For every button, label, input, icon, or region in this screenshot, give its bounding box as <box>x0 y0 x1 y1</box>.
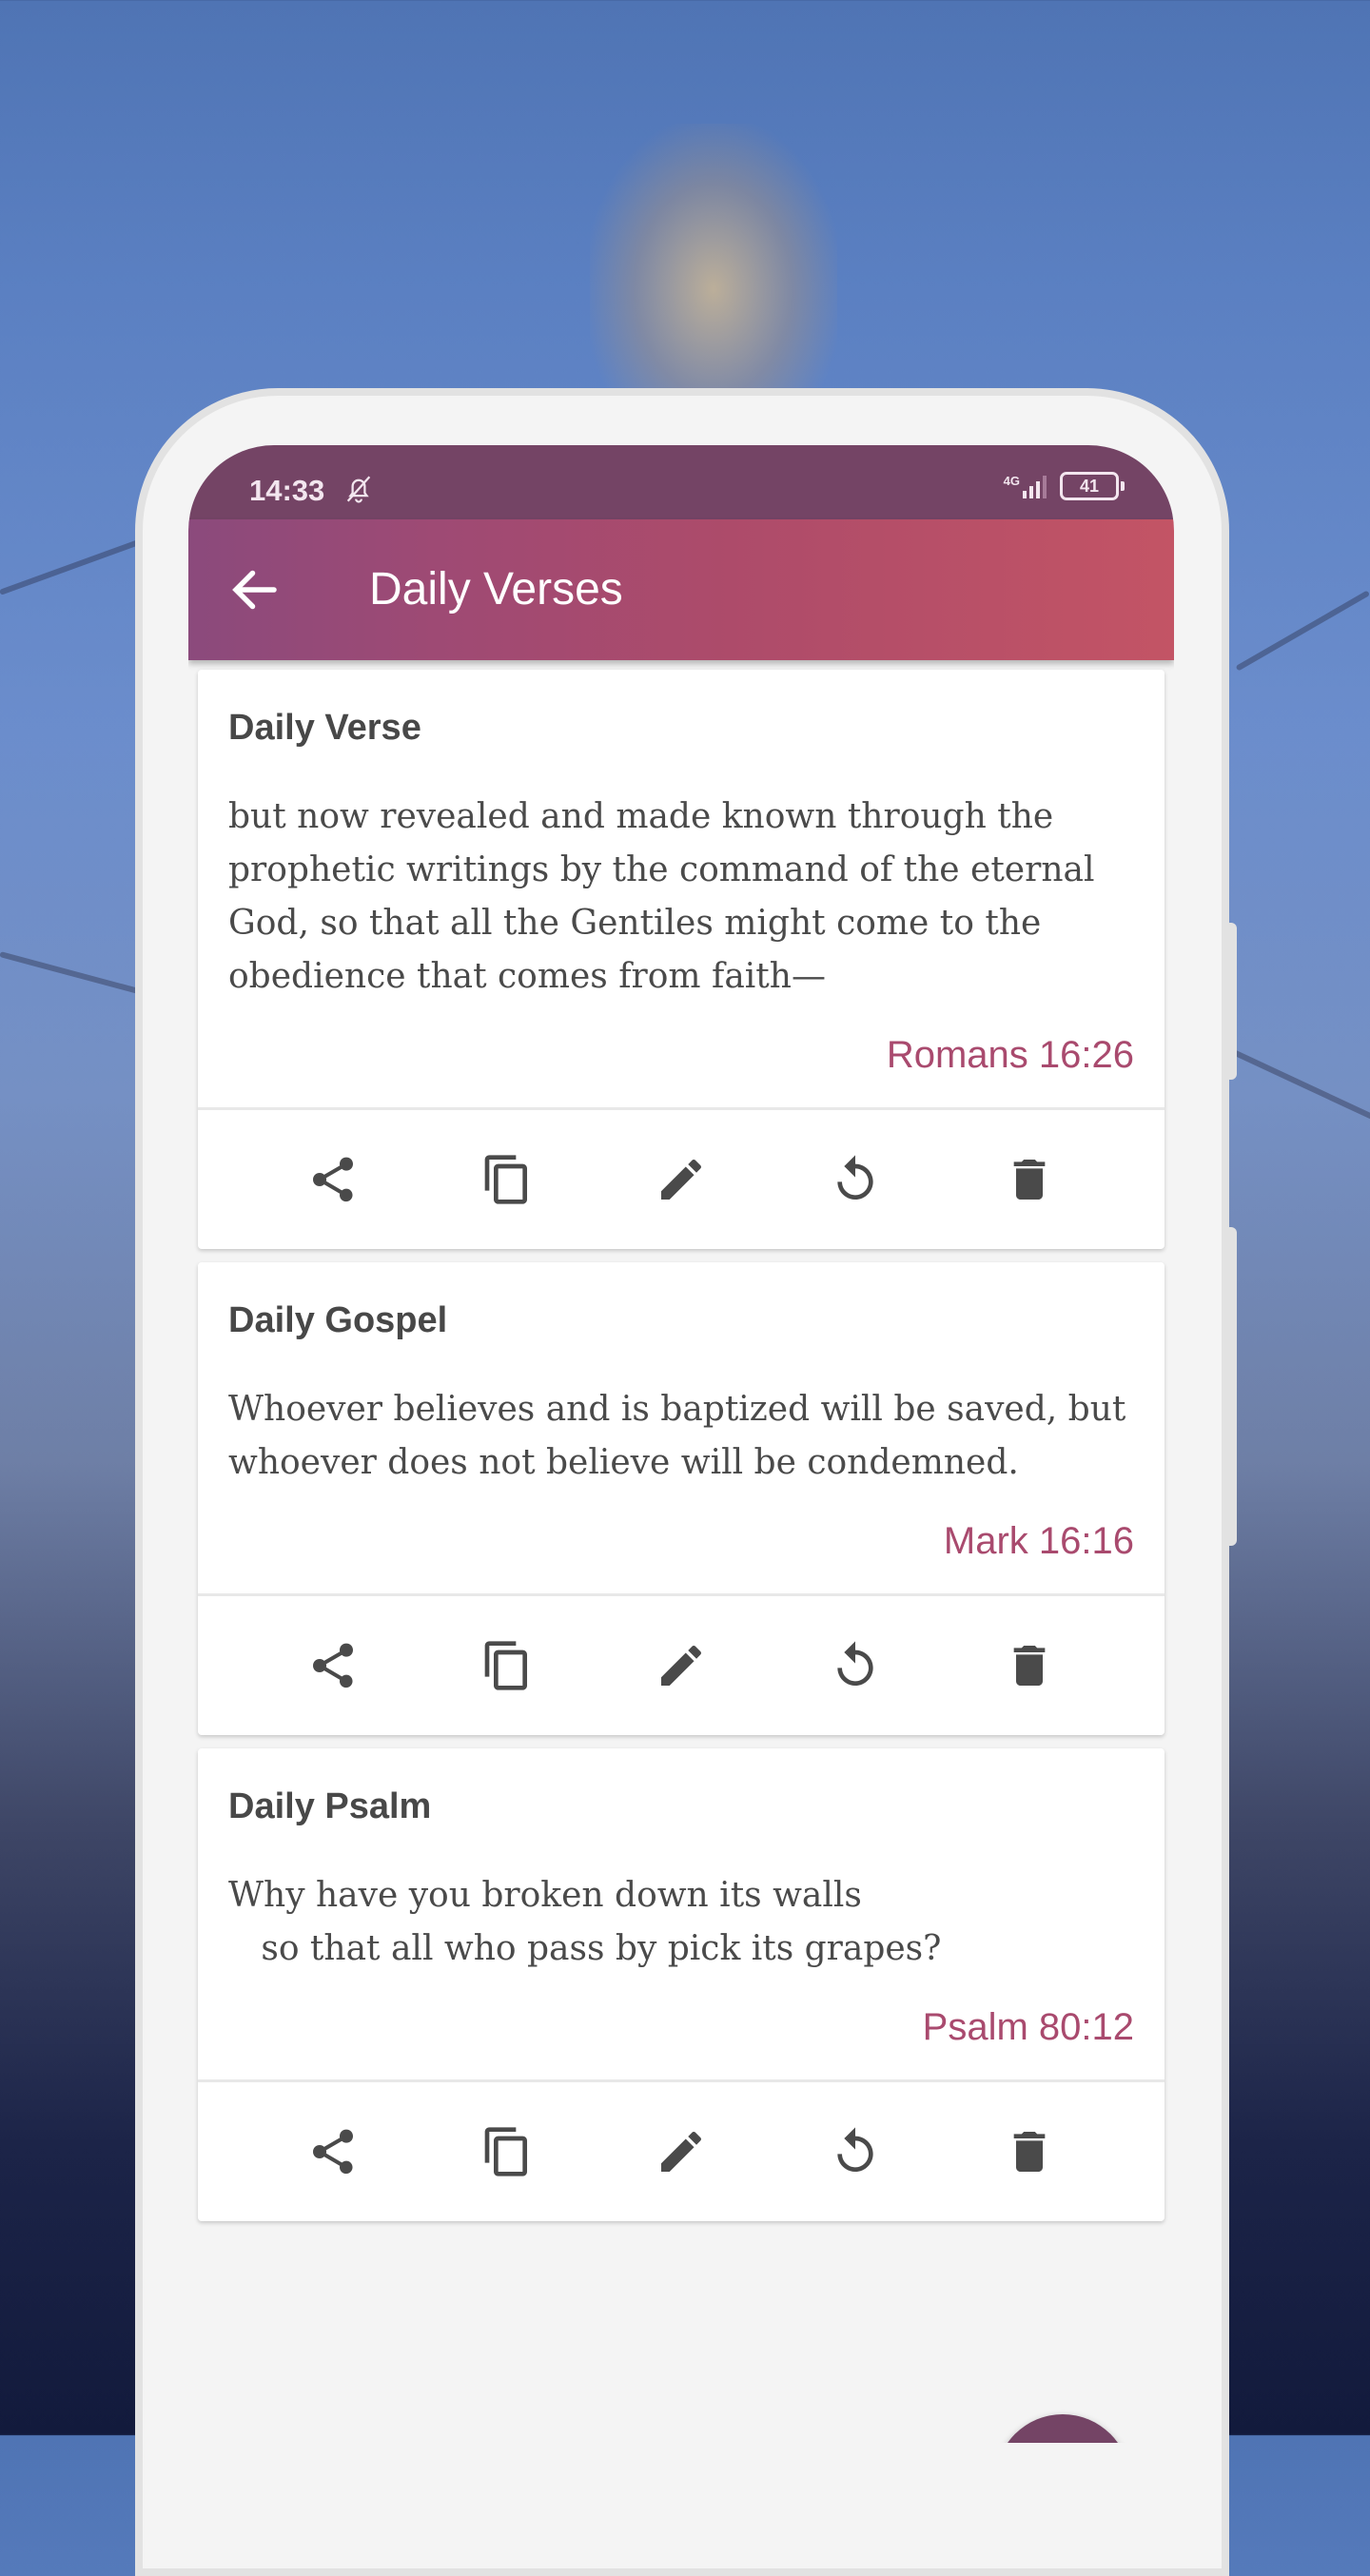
arrow-back-icon[interactable] <box>226 561 284 618</box>
status-right: 4G 41 <box>1004 472 1119 500</box>
verse-reference[interactable]: Mark 16:16 <box>228 1520 1134 1563</box>
copy-button[interactable] <box>477 1635 538 1696</box>
battery-level: 41 <box>1080 477 1099 496</box>
refresh-button[interactable] <box>825 1149 886 1210</box>
share-button[interactable] <box>303 1149 363 1210</box>
background-tower <box>590 124 837 400</box>
share-button[interactable] <box>303 2121 363 2182</box>
delete-button[interactable] <box>999 1149 1060 1210</box>
verse-reference[interactable]: Psalm 80:12 <box>228 2006 1134 2049</box>
refresh-button[interactable] <box>825 1635 886 1696</box>
share-icon <box>306 1639 360 1692</box>
share-button[interactable] <box>303 1635 363 1696</box>
psalm-card: Daily Psalm Why have you broken down its… <box>198 1748 1164 2221</box>
trash-icon <box>1003 2125 1056 2178</box>
card-title: Daily Psalm <box>228 1786 1134 1827</box>
card-actions <box>198 2079 1164 2221</box>
refresh-icon <box>829 1639 882 1692</box>
verse-list: Daily Verse but now revealed and made kn… <box>188 660 1174 2221</box>
copy-icon <box>480 1639 534 1692</box>
verse-reference[interactable]: Romans 16:26 <box>228 1034 1134 1077</box>
edit-button[interactable] <box>651 1635 712 1696</box>
verse-text: but now revealed and made known through … <box>228 790 1134 1004</box>
floating-action-button[interactable] <box>995 2414 1130 2443</box>
verse-card: Daily Verse but now revealed and made kn… <box>198 670 1164 1249</box>
phone-power-button <box>1227 1227 1237 1546</box>
delete-button[interactable] <box>999 2121 1060 2182</box>
verse-text: Whoever believes and is baptized will be… <box>228 1383 1134 1490</box>
trash-icon <box>1003 1153 1056 1206</box>
page-title: Daily Verses <box>369 561 623 618</box>
bell-off-icon <box>342 472 375 506</box>
copy-icon <box>480 1153 534 1206</box>
signal-icon: 4G <box>1004 474 1047 498</box>
card-actions <box>198 1107 1164 1249</box>
phone-volume-button <box>1227 923 1237 1080</box>
card-title: Daily Verse <box>228 708 1134 749</box>
edit-button[interactable] <box>651 2121 712 2182</box>
background-branch <box>1236 590 1370 671</box>
copy-icon <box>480 2125 534 2178</box>
edit-button[interactable] <box>651 1149 712 1210</box>
share-icon <box>306 1153 360 1206</box>
battery-icon: 41 <box>1060 472 1119 500</box>
copy-button[interactable] <box>477 2121 538 2182</box>
pencil-icon <box>655 2125 708 2178</box>
share-icon <box>306 2125 360 2178</box>
refresh-icon <box>829 1153 882 1206</box>
verse-text: Why have you broken down its walls so th… <box>228 1869 1134 1976</box>
delete-button[interactable] <box>999 1635 1060 1696</box>
refresh-icon <box>829 2125 882 2178</box>
trash-icon <box>1003 1639 1056 1692</box>
card-title: Daily Gospel <box>228 1300 1134 1341</box>
status-time: 14:33 <box>249 474 324 508</box>
pencil-icon <box>655 1153 708 1206</box>
network-type: 4G <box>1004 474 1020 488</box>
card-actions <box>198 1593 1164 1735</box>
refresh-button[interactable] <box>825 2121 886 2182</box>
background-branch <box>1226 1046 1370 1120</box>
gospel-card: Daily Gospel Whoever believes and is bap… <box>198 1262 1164 1735</box>
pencil-icon <box>655 1639 708 1692</box>
status-bar: 14:33 4G 41 <box>188 445 1174 519</box>
copy-button[interactable] <box>477 1149 538 1210</box>
phone-screen: 14:33 4G 41 Daily Verses Daily Verse but <box>188 445 1174 2443</box>
app-bar: Daily Verses <box>188 519 1174 660</box>
